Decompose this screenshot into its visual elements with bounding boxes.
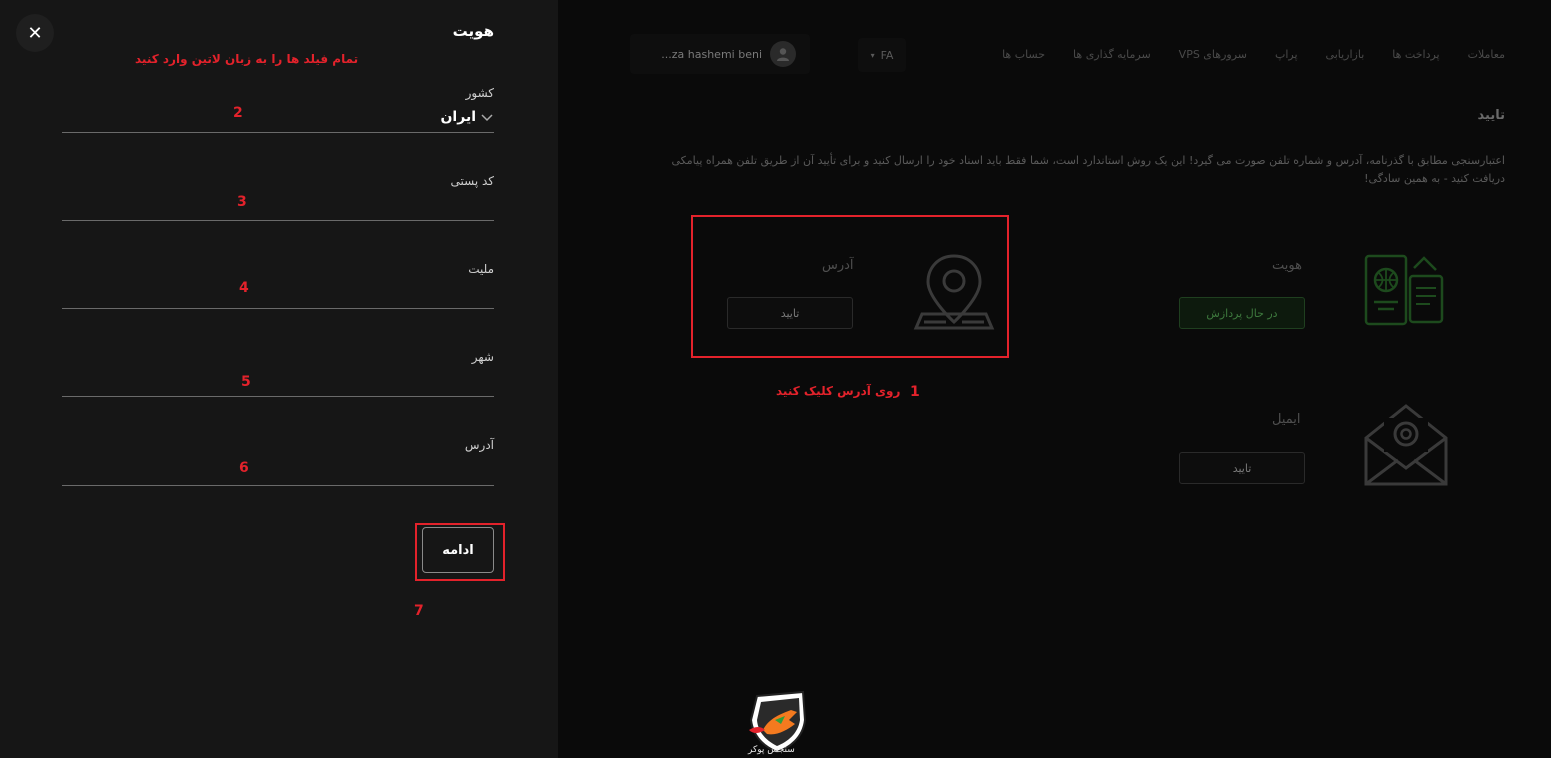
- nav-item-marketing[interactable]: بازاریابی: [1326, 48, 1365, 61]
- section-title: تایید: [1477, 108, 1505, 123]
- drawer-title: هویت: [452, 22, 494, 40]
- email-confirm-button[interactable]: تایید: [1179, 452, 1305, 484]
- annotation-step-3: 3: [237, 194, 247, 210]
- continue-button-highlight: [415, 523, 505, 581]
- postal-code-label: کد پستی: [450, 174, 495, 188]
- nationality-field: ملیت: [62, 260, 494, 309]
- passport-icon: [1364, 254, 1444, 326]
- top-navigation: حساب ها سرمایه گذاری ها سرورهای VPS پراپ…: [1002, 48, 1505, 61]
- postal-code-field: کد پستی: [62, 172, 494, 221]
- email-card-title: ایمیل: [1272, 412, 1301, 427]
- country-select[interactable]: ایران: [440, 109, 476, 125]
- postal-code-input[interactable]: [62, 194, 494, 220]
- address-label: آدرس: [464, 438, 494, 452]
- annotation-step-5: 5: [241, 374, 251, 390]
- city-field: شهر: [62, 348, 494, 397]
- verification-description: اعتبارسنجی مطابق با گذرنامه، آدرس و شمار…: [671, 154, 1505, 185]
- annotation-step-1-number: 1: [910, 384, 920, 400]
- chevron-down-icon[interactable]: [480, 111, 494, 125]
- envelope-at-icon: [1364, 404, 1448, 486]
- annotation-step-6: 6: [239, 460, 249, 476]
- annotation-step-2: 2: [233, 105, 243, 121]
- user-name: ...za hashemi beni: [661, 47, 762, 61]
- city-label: شهر: [471, 350, 494, 364]
- nav-item-investments[interactable]: سرمایه گذاری ها: [1073, 48, 1151, 61]
- nationality-input[interactable]: [62, 282, 494, 308]
- avatar: [770, 41, 796, 67]
- language-selector[interactable]: ▾ FA: [858, 38, 906, 72]
- close-button[interactable]: ✕: [16, 14, 54, 52]
- address-input[interactable]: [62, 458, 494, 484]
- user-menu[interactable]: ...za hashemi beni: [630, 34, 810, 74]
- user-icon: [777, 48, 789, 61]
- nav-item-vps[interactable]: سرورهای VPS: [1179, 48, 1247, 61]
- address-card-highlight: [691, 215, 1009, 358]
- nav-item-payments[interactable]: پرداخت ها: [1392, 48, 1439, 61]
- country-label: کشور: [465, 86, 494, 100]
- annotation-step-1-text: روی آدرس کلیک کنید: [776, 384, 901, 398]
- watermark-text: سنجس پوکر: [748, 745, 795, 755]
- identity-drawer: ✕ هویت تمام فیلد ها را به زبان لاتین وار…: [0, 0, 558, 758]
- close-icon: ✕: [27, 22, 43, 44]
- country-field: کشور ایران: [62, 84, 494, 133]
- chevron-down-icon: ▾: [870, 50, 875, 60]
- city-input[interactable]: [62, 370, 494, 396]
- nav-item-prop[interactable]: پراپ: [1275, 48, 1298, 61]
- identity-card-title: هویت: [1272, 258, 1302, 273]
- background-page: حساب ها سرمایه گذاری ها سرورهای VPS پراپ…: [558, 0, 1551, 758]
- latin-instruction-note: تمام فیلد ها را به زبان لاتین وارد کنید: [135, 52, 359, 66]
- identity-processing-button[interactable]: در حال پردازش: [1179, 297, 1305, 329]
- address-field: آدرس: [62, 436, 494, 486]
- nav-item-trades[interactable]: معاملات: [1468, 48, 1505, 61]
- nationality-label: ملیت: [468, 262, 494, 276]
- annotation-step-4: 4: [239, 280, 249, 296]
- annotation-step-7: 7: [414, 603, 424, 619]
- nav-item-accounts[interactable]: حساب ها: [1002, 48, 1045, 61]
- language-label: FA: [880, 48, 894, 62]
